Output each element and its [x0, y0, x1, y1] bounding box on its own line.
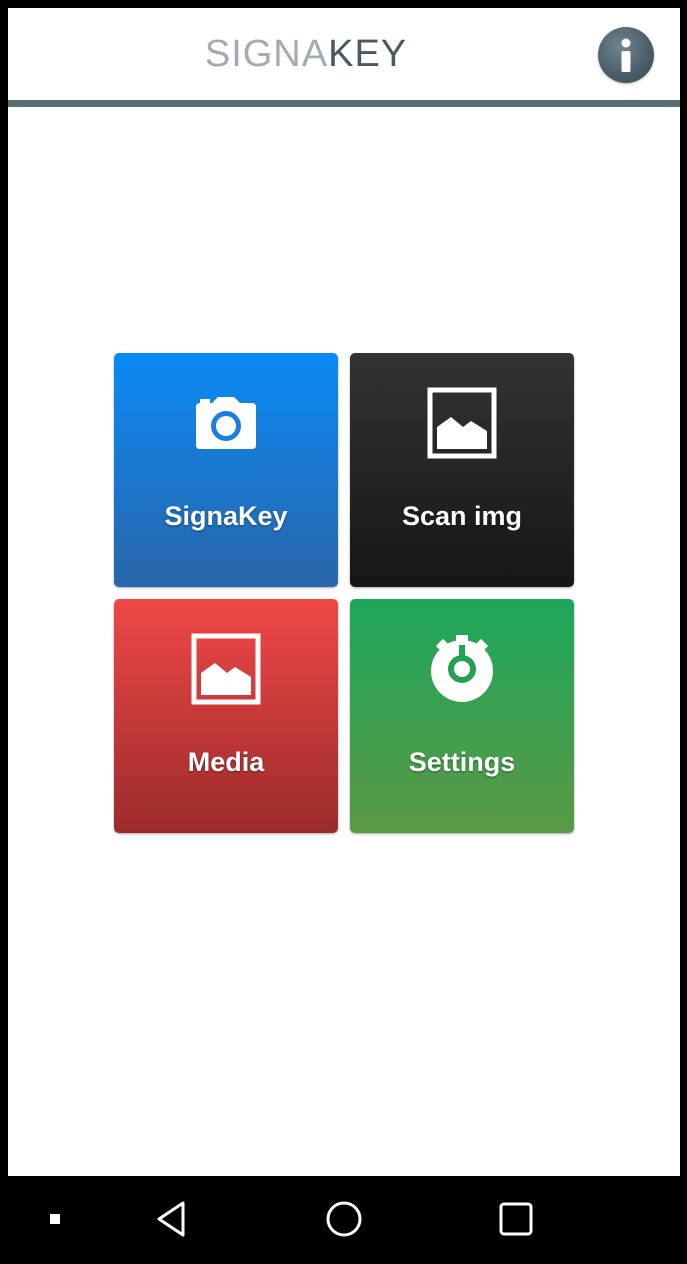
- signakey-tile[interactable]: SignaKey: [114, 353, 338, 587]
- tile-icon-wrap: [350, 383, 574, 463]
- tile-label: Media: [187, 747, 265, 777]
- recents-button[interactable]: [493, 1196, 539, 1242]
- scan-img-tile[interactable]: Scan img: [350, 353, 574, 587]
- app-header: SIGNA KEY: [8, 8, 680, 100]
- tile-icon-wrap: [114, 629, 338, 709]
- settings-tile[interactable]: Settings: [350, 599, 574, 833]
- back-button[interactable]: [148, 1196, 194, 1242]
- screen: SIGNA KEY SignaKey Scan img Media Settin…: [0, 0, 687, 1264]
- tile-icon-wrap: [350, 629, 574, 709]
- logo-text-part1: SIGNA: [204, 33, 329, 75]
- app-logo: SIGNA KEY: [166, 32, 446, 76]
- image-icon: [191, 633, 261, 705]
- tile-label: Settings: [408, 747, 516, 777]
- app-window: SIGNA KEY SignaKey Scan img Media Settin…: [8, 8, 680, 1176]
- camera-icon: [196, 397, 256, 449]
- tile-label: Scan img: [401, 501, 523, 531]
- menu-dot-icon: [50, 1214, 60, 1224]
- info-icon: [621, 38, 631, 72]
- menu-dot-button[interactable]: [40, 1204, 70, 1234]
- back-icon: [157, 1201, 185, 1237]
- header-divider: [8, 100, 680, 107]
- image-icon: [427, 387, 497, 459]
- info-button[interactable]: [598, 27, 654, 83]
- main-menu-grid: SignaKey Scan img Media Settings: [114, 353, 574, 833]
- home-button[interactable]: [321, 1196, 367, 1242]
- android-nav-bar: [0, 1176, 687, 1264]
- media-tile[interactable]: Media: [114, 599, 338, 833]
- tile-label: SignaKey: [164, 501, 288, 531]
- home-icon: [326, 1201, 362, 1237]
- recents-icon: [499, 1202, 533, 1236]
- logo-text-part2: KEY: [328, 33, 408, 75]
- gear-icon: [431, 635, 493, 702]
- tile-icon-wrap: [114, 383, 338, 463]
